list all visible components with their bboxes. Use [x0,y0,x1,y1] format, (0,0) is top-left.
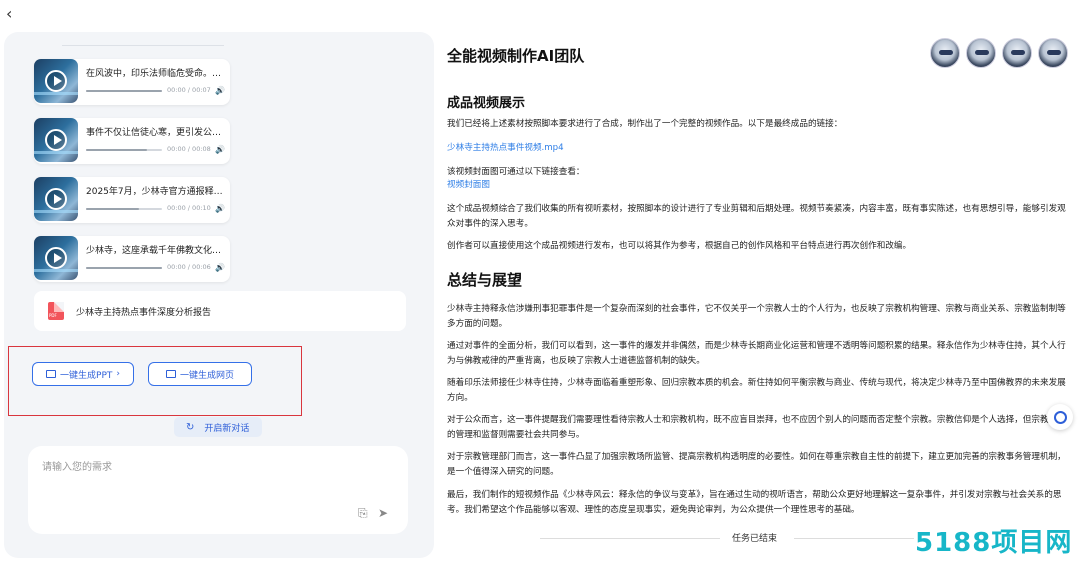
volume-icon[interactable]: 🔊 [215,263,225,272]
divider [62,45,224,46]
paragraph: 通过对事件的全面分析，我们可以看到，这一事件的爆发并非偶然，而是少林寺长期商业化… [447,341,1066,366]
video-thumbnail[interactable] [34,59,78,103]
progress-track[interactable] [86,267,162,269]
volume-icon[interactable]: 🔊 [215,204,225,213]
divider [794,538,914,539]
video-title: 2025年7月，少林寺官方通报释… [86,187,223,197]
play-icon[interactable] [45,247,67,269]
video-card-2[interactable]: 事件不仅让信徒心寒，更引发公… 00:00 / 00:08 🔊 [34,118,230,164]
paragraph: 对于宗教管理部门而言，这一事件凸显了加强宗教场所监管、提高宗教机构透明度的必要性… [447,452,1066,477]
paragraph: 这个成品视频综合了我们收集的所有视听素材，按照脚本的设计进行了专业剪辑和后期处理… [447,204,1066,229]
play-icon[interactable] [45,70,67,92]
progress-track[interactable] [86,208,162,210]
generate-web-button[interactable]: 一键生成网页 [148,362,252,386]
video-card-1[interactable]: 在风波中，印乐法师临危受命。… 00:00 / 00:07 🔊 [34,59,230,105]
new-chat-icon: ↻ [186,421,195,433]
video-card-3[interactable]: 2025年7月，少林寺官方通报释… 00:00 / 00:10 🔊 [34,177,230,223]
task-ended-label: 任务已结束 [732,534,778,544]
avatar[interactable] [966,38,996,68]
attach-paperclip-icon[interactable]: ⎘ [358,506,368,521]
video-time: 00:00 / 00:10 [167,204,211,212]
video-thumbnail[interactable] [34,118,78,162]
video-thumbnail[interactable] [34,177,78,221]
message-input[interactable] [42,458,392,498]
divider [540,538,720,539]
back-chevron-icon[interactable]: ‹ [6,6,20,22]
message-composer: ⎘ ➤ [28,446,408,534]
paragraph: 随着印乐法师接任少林寺住持，少林寺面临着重塑形象、回归宗教本质的机会。新住持如何… [447,378,1066,403]
presentation-icon [46,370,57,378]
team-avatars [930,38,1068,68]
send-icon[interactable]: ➤ [378,506,388,520]
paragraph: 最后，我们制作的短视频作品《少林寺风云：释永信的争议与变革》，旨在通过生动的视听… [447,490,1062,515]
video-card-4[interactable]: 少林寺，这座承载千年佛教文化… 00:00 / 00:06 🔊 [34,236,230,282]
progress-fill [86,90,162,92]
generate-ppt-label: 一键生成PPT [60,370,113,381]
video-title: 事件不仅让信徒心寒，更引发公… [86,128,222,138]
avatar[interactable] [1002,38,1032,68]
play-icon[interactable] [45,188,67,210]
cover-image-link[interactable]: 视频封面图 [447,178,1069,193]
progress-fill [86,208,140,210]
video-title: 少林寺，这座承载千年佛教文化… [86,246,222,256]
paragraph: 创作者可以直接使用这个成品视频进行发布，也可以将其作为参考，根据自己的创作风格和… [447,241,912,251]
chat-panel: 在风波中，印乐法师临危受命。… 00:00 / 00:07 🔊 事件不仅让信徒心… [4,32,434,558]
section-title-summary: 总结与展望 [447,271,523,289]
new-chat-button[interactable]: ↻ 开启新对话 [174,417,262,437]
pdf-file-icon: PDF [48,302,64,320]
volume-icon[interactable]: 🔊 [215,86,225,95]
assistant-float-icon[interactable] [1047,404,1073,430]
section-title-video: 成品视频展示 [447,96,526,111]
video-file-link[interactable]: 少林寺主持热点事件视频.mp4 [447,141,1069,156]
avatar[interactable] [1038,38,1068,68]
progress-fill [86,149,147,151]
new-chat-label: 开启新对话 [204,423,250,434]
video-title: 在风波中，印乐法师临危受命。… [86,69,222,79]
video-time: 00:00 / 00:06 [167,263,211,271]
chevron-right-icon: › [116,369,120,379]
report-title: 少林寺主持热点事件深度分析报告 [76,308,212,318]
play-icon[interactable] [45,129,67,151]
paragraph: 对于公众而言，这一事件提醒我们需要理性看待宗教人士和宗教机构，既不应盲目崇拜，也… [447,415,1066,440]
generate-ppt-button[interactable]: 一键生成PPT › [32,362,134,386]
watermark: 5188项目网 [915,528,1073,558]
paragraph: 少林寺主持释永信涉嫌刑事犯罪事件是一个复杂而深刻的社会事件，它不仅关乎一个宗教人… [447,304,1066,329]
progress-track[interactable] [86,149,162,151]
video-time: 00:00 / 00:07 [167,86,211,94]
progress-fill [86,267,162,269]
avatar[interactable] [930,38,960,68]
team-title: 全能视频制作AI团队 [447,47,585,65]
volume-icon[interactable]: 🔊 [215,145,225,154]
paragraph: 我们已经将上述素材按照脚本要求进行了合成，制作出了一个完整的视频作品。以下是最终… [447,119,843,129]
generate-web-label: 一键生成网页 [179,370,234,381]
video-time: 00:00 / 00:08 [167,145,211,153]
video-thumbnail[interactable] [34,236,78,280]
report-attachment[interactable]: PDF 少林寺主持热点事件深度分析报告 [34,291,406,331]
progress-track[interactable] [86,90,162,92]
webpage-icon [165,370,176,378]
